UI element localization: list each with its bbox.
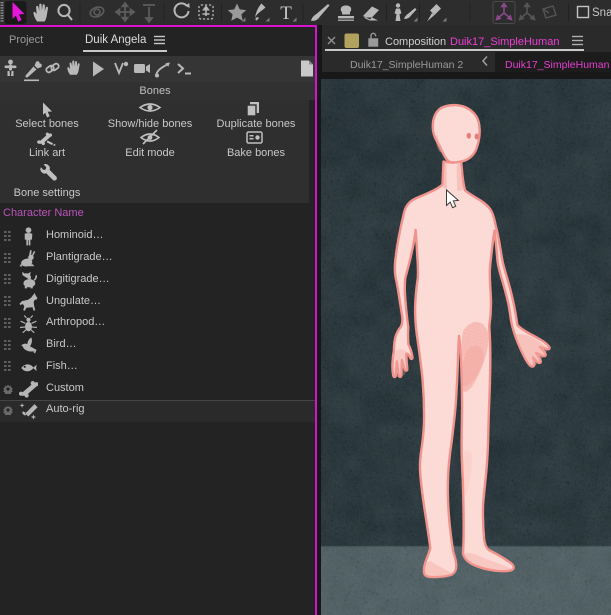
svg-text:T: T: [280, 3, 292, 24]
svg-text:Snapping: Snapping: [592, 7, 611, 19]
